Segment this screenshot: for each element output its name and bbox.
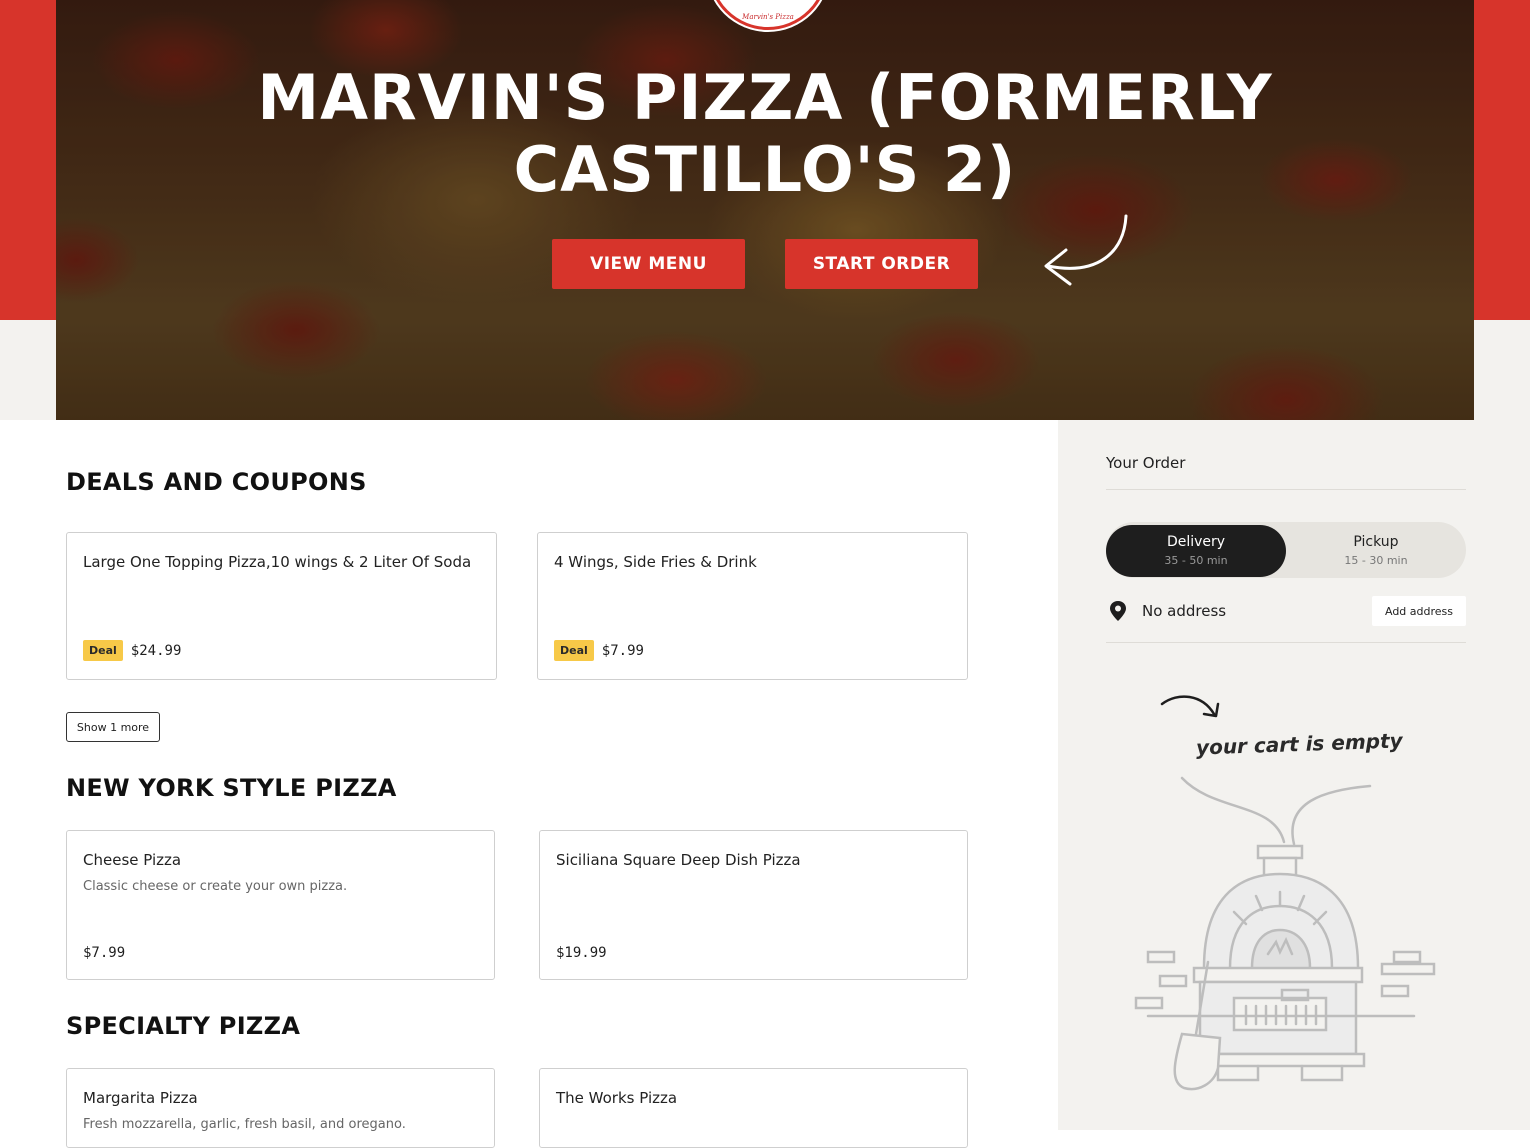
empty-cart-text: your cart is empty	[1195, 728, 1403, 760]
deal-card[interactable]: Large One Topping Pizza,10 wings & 2 Lit…	[66, 532, 497, 680]
item-name: The Works Pizza	[556, 1089, 678, 1107]
section-title-ny-style: NEW YORK STYLE PIZZA	[66, 774, 397, 802]
section-title-deals: DEALS AND COUPONS	[66, 468, 367, 496]
order-sidebar: Your Order Delivery 35 - 50 min Pickup 1…	[1058, 420, 1530, 1130]
item-name: Cheese Pizza	[83, 851, 182, 869]
menu-item-card[interactable]: Siciliana Square Deep Dish Pizza $19.99	[539, 830, 968, 980]
delivery-option[interactable]: Delivery 35 - 50 min	[1106, 525, 1286, 577]
divider	[1106, 642, 1466, 643]
section-title-specialty: SPECIALTY PIZZA	[66, 1012, 301, 1040]
item-description: Classic cheese or create your own pizza.	[83, 879, 348, 894]
item-name: 4 Wings, Side Fries & Drink	[554, 553, 757, 571]
address-text: No address	[1142, 602, 1227, 620]
item-price: $7.99	[601, 642, 644, 659]
pickup-label: Pickup	[1353, 534, 1399, 550]
deal-card[interactable]: 4 Wings, Side Fries & Drink Deal $7.99	[537, 532, 968, 680]
menu-item-card[interactable]: Cheese Pizza Classic cheese or create yo…	[66, 830, 495, 980]
show-more-button[interactable]: Show 1 more	[66, 712, 160, 742]
item-price: $24.99	[130, 642, 182, 659]
curved-arrow-icon	[1044, 214, 1128, 286]
item-price: $19.99	[556, 945, 607, 961]
add-address-button[interactable]: Add address	[1372, 596, 1466, 626]
delivery-label: Delivery	[1166, 534, 1226, 550]
menu-item-card[interactable]: Margarita Pizza Fresh mozzarella, garlic…	[66, 1068, 495, 1148]
location-pin-icon	[1110, 601, 1126, 621]
deal-badge: Deal	[554, 640, 594, 661]
delivery-time: 35 - 50 min	[1164, 554, 1228, 567]
item-price: $7.99	[83, 945, 126, 961]
logo-text: Marvin's Pizza	[742, 13, 794, 21]
menu-item-card[interactable]: The Works Pizza	[539, 1068, 968, 1148]
pizza-oven-illustration	[1134, 776, 1436, 1091]
divider	[1106, 489, 1466, 490]
pickup-time: 15 - 30 min	[1344, 554, 1408, 567]
start-order-button[interactable]: START ORDER	[785, 239, 978, 289]
restaurant-title: MARVIN'S PIZZA (FORMERLY CASTILLO'S 2)	[257, 61, 1273, 206]
item-name: Siciliana Square Deep Dish Pizza	[556, 851, 801, 869]
your-order-heading: Your Order	[1106, 454, 1186, 472]
view-menu-button[interactable]: VIEW MENU	[552, 239, 745, 289]
deal-badge: Deal	[83, 640, 123, 661]
item-name: Large One Topping Pizza,10 wings & 2 Lit…	[83, 553, 472, 571]
delivery-pickup-toggle: Delivery 35 - 50 min Pickup 15 - 30 min	[1106, 522, 1466, 578]
item-name: Margarita Pizza	[83, 1089, 198, 1107]
pickup-option[interactable]: Pickup 15 - 30 min	[1286, 525, 1466, 577]
curved-arrow-icon	[1160, 695, 1220, 718]
